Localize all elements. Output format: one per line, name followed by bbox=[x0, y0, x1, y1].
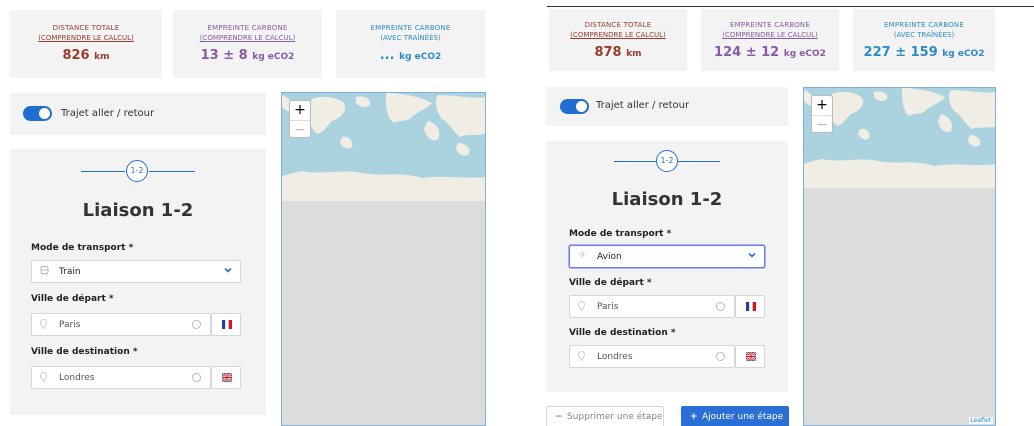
departure-country-button[interactable] bbox=[735, 295, 765, 318]
map-pin-icon bbox=[39, 319, 48, 332]
stat-link[interactable]: (COMPRENDRE LE CALCUL) bbox=[549, 30, 687, 40]
departure-input[interactable]: Paris bbox=[569, 295, 735, 318]
round-trip-label: Trajet aller / retour bbox=[61, 108, 155, 119]
destination-placeholder: Londres bbox=[59, 373, 95, 383]
stat-link[interactable]: (COMPRENDRE LE CALCUL) bbox=[10, 33, 162, 43]
departure-label: Ville de départ * bbox=[31, 294, 114, 304]
flag-uk-icon bbox=[746, 352, 756, 361]
destination-label: Ville de destination * bbox=[569, 328, 676, 338]
flag-france-icon bbox=[222, 320, 232, 329]
stat-value: ... kg eCO2 bbox=[379, 48, 442, 63]
clear-icon[interactable] bbox=[716, 302, 725, 311]
stat-link[interactable]: (COMPRENDRE LE CALCUL) bbox=[173, 33, 322, 43]
zoom-in-button[interactable]: + bbox=[290, 101, 310, 119]
stat-value: 826 km bbox=[62, 48, 110, 63]
switch-knob bbox=[39, 108, 50, 119]
destination-input[interactable]: Londres bbox=[569, 345, 735, 368]
stat-distance-total: DISTANCE TOTALE (COMPRENDRE LE CALCUL) 8… bbox=[10, 10, 162, 78]
stat-title: EMPREINTE CARBONE bbox=[884, 21, 964, 29]
flag-france-icon bbox=[746, 302, 756, 311]
stage-line-right bbox=[149, 171, 195, 172]
round-trip-label: Trajet aller / retour bbox=[596, 100, 690, 111]
destination-input[interactable]: Londres bbox=[31, 366, 211, 389]
destination-country-button[interactable] bbox=[211, 366, 241, 389]
stat-value: 878 km bbox=[594, 45, 642, 60]
stat-sub: (AVEC TRAÎNÉES) bbox=[893, 31, 955, 39]
plus-icon: + bbox=[690, 412, 698, 422]
transport-label: Mode de transport * bbox=[31, 243, 134, 253]
add-stage-button[interactable]: + Ajouter une étape bbox=[681, 406, 789, 426]
stage-badge: 1-2 bbox=[126, 160, 148, 182]
stat-distance-total: DISTANCE TOTALE (COMPRENDRE LE CALCUL) 8… bbox=[549, 9, 687, 71]
transport-value: Avion bbox=[597, 252, 622, 262]
transport-select[interactable]: Train bbox=[31, 260, 241, 283]
world-map-tiles bbox=[282, 93, 485, 201]
remove-stage-label: Supprimer une étape bbox=[567, 412, 663, 422]
stat-carbon-contrails: EMPREINTE CARBONE (AVEC TRAÎNÉES) 227 ± … bbox=[853, 9, 995, 71]
stage-form: 1-2 Liaison 1-2 Mode de transport * Trai… bbox=[10, 149, 266, 415]
stat-value: 13 ± 8 kg eCO2 bbox=[200, 48, 295, 63]
round-trip-switch[interactable] bbox=[560, 99, 589, 114]
destination-country-button[interactable] bbox=[735, 345, 765, 368]
remove-stage-button[interactable]: − Supprimer une étape bbox=[546, 406, 664, 426]
stage-title: Liaison 1-2 bbox=[82, 200, 194, 221]
transport-select[interactable]: ✈ Avion bbox=[569, 245, 765, 268]
plane-icon: ✈ bbox=[578, 250, 587, 261]
transport-label: Mode de transport * bbox=[569, 229, 672, 239]
destination-label: Ville de destination * bbox=[31, 347, 138, 357]
right-panel: DISTANCE TOTALE (COMPRENDRE LE CALCUL) 8… bbox=[517, 0, 1034, 426]
top-divider bbox=[547, 6, 1034, 7]
minus-icon: − bbox=[555, 412, 563, 422]
stage-line-right bbox=[678, 161, 720, 162]
stat-value: 227 ± 159 kg eCO2 bbox=[863, 45, 985, 60]
stat-carbon-footprint: EMPREINTE CARBONE (COMPRENDRE LE CALCUL)… bbox=[701, 9, 839, 71]
leaflet-attribution-link[interactable]: Leaflet bbox=[968, 417, 993, 424]
clear-icon[interactable] bbox=[716, 352, 725, 361]
departure-placeholder: Paris bbox=[597, 302, 619, 312]
switch-knob bbox=[576, 101, 587, 112]
departure-placeholder: Paris bbox=[59, 320, 81, 330]
stage-title: Liaison 1-2 bbox=[611, 189, 723, 210]
round-trip-toggle-card: Trajet aller / retour bbox=[546, 87, 788, 126]
zoom-control: + − bbox=[811, 95, 833, 133]
stage-form: 1-2 Liaison 1-2 Mode de transport * ✈ Av… bbox=[546, 141, 788, 392]
zoom-control: + − bbox=[289, 100, 311, 138]
stat-title: EMPREINTE CARBONE bbox=[730, 21, 810, 29]
map-pin-icon bbox=[39, 372, 48, 385]
stage-line-left bbox=[81, 171, 125, 172]
zoom-out-button[interactable]: − bbox=[812, 115, 832, 133]
destination-placeholder: Londres bbox=[597, 352, 633, 362]
departure-label: Ville de départ * bbox=[569, 278, 652, 288]
route-map[interactable]: + − bbox=[281, 92, 486, 426]
add-stage-label: Ajouter une étape bbox=[702, 412, 784, 422]
departure-input[interactable]: Paris bbox=[31, 313, 211, 336]
zoom-in-button[interactable]: + bbox=[812, 96, 832, 114]
map-pin-icon bbox=[577, 351, 586, 364]
departure-country-button[interactable] bbox=[211, 313, 241, 336]
stat-title: EMPREINTE CARBONE bbox=[207, 24, 288, 32]
clear-icon[interactable] bbox=[192, 320, 201, 329]
zoom-out-button[interactable]: − bbox=[290, 120, 310, 138]
stage-badge: 1-2 bbox=[656, 150, 678, 172]
stat-link[interactable]: (COMPRENDRE LE CALCUL) bbox=[701, 30, 839, 40]
stat-sub: (AVEC TRAÎNÉES) bbox=[380, 34, 441, 42]
round-trip-toggle-card: Trajet aller / retour bbox=[10, 93, 266, 135]
round-trip-switch[interactable] bbox=[23, 106, 52, 121]
stat-carbon-contrails: EMPREINTE CARBONE (AVEC TRAÎNÉES) ... kg… bbox=[336, 10, 485, 78]
flag-uk-icon bbox=[222, 373, 232, 382]
transport-value: Train bbox=[59, 267, 81, 277]
left-panel: DISTANCE TOTALE (COMPRENDRE LE CALCUL) 8… bbox=[0, 0, 517, 426]
stat-title: DISTANCE TOTALE bbox=[584, 21, 652, 29]
stat-value: 124 ± 12 kg eCO2 bbox=[714, 45, 826, 60]
map-pin-icon bbox=[577, 301, 586, 314]
stat-title: DISTANCE TOTALE bbox=[52, 24, 120, 32]
route-map[interactable]: + − Leaflet bbox=[803, 87, 996, 426]
clear-icon[interactable] bbox=[192, 373, 201, 382]
stage-line-left bbox=[614, 161, 656, 162]
chevron-down-icon bbox=[748, 252, 756, 258]
chevron-down-icon bbox=[224, 267, 232, 273]
train-icon bbox=[40, 266, 49, 279]
stat-carbon-footprint: EMPREINTE CARBONE (COMPRENDRE LE CALCUL)… bbox=[173, 10, 322, 78]
stat-title: EMPREINTE CARBONE bbox=[370, 24, 451, 32]
